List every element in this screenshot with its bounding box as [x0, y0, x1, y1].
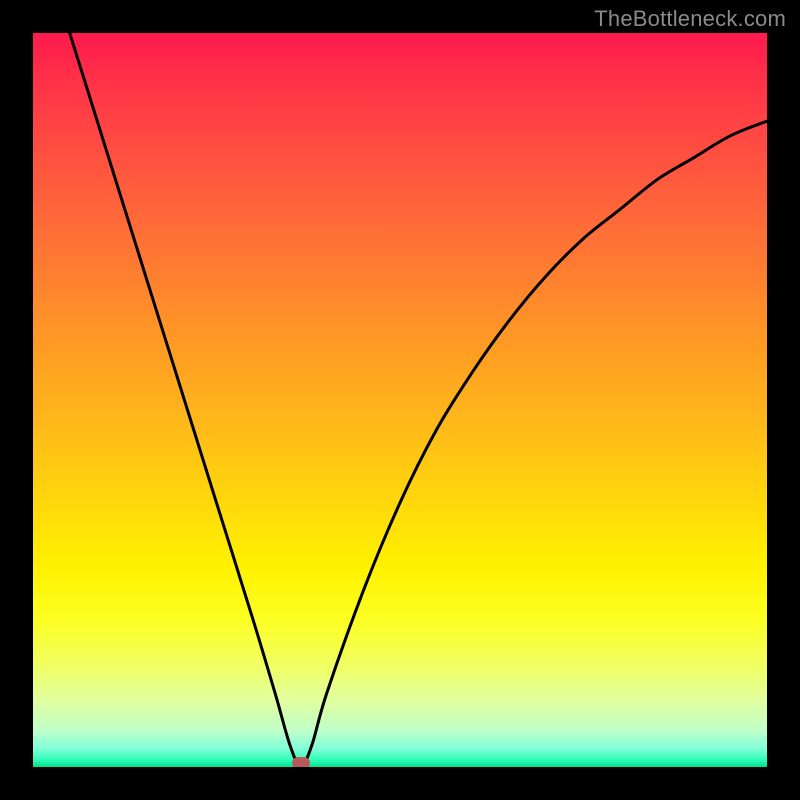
optimal-marker — [292, 757, 310, 767]
plot-area — [33, 33, 767, 767]
chart-frame: TheBottleneck.com — [0, 0, 800, 800]
watermark-text: TheBottleneck.com — [594, 6, 786, 32]
bottleneck-curve — [33, 33, 767, 767]
